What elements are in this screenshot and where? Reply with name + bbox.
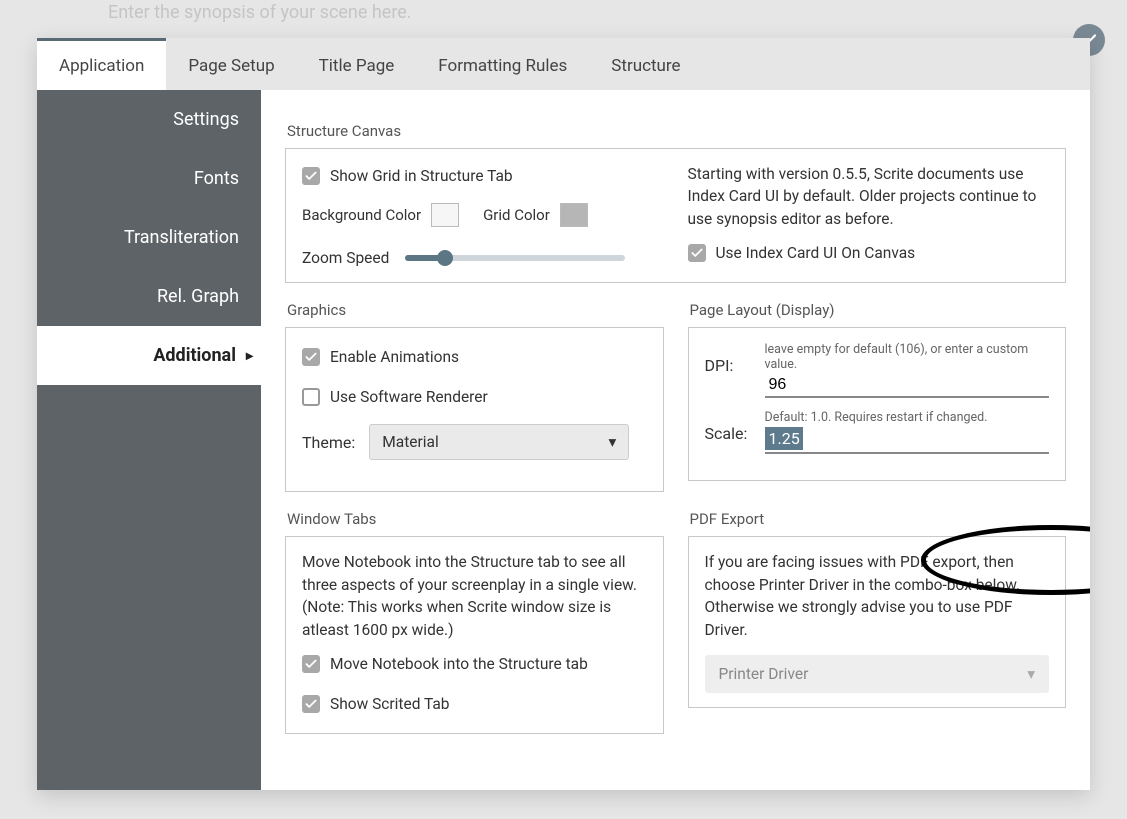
graphics-title: Graphics [287,301,664,319]
pdf-export-panel: If you are facing issues with PDF export… [688,536,1067,708]
bg-color-swatch[interactable] [431,203,459,227]
checkbox-icon [302,695,320,713]
theme-value: Material [382,433,438,451]
show-grid-checkbox[interactable]: Show Grid in Structure Tab [302,167,664,185]
index-card-note: Starting with version 0.5.5, Scrite docu… [688,163,1050,230]
display-title: Page Layout (Display) [690,301,1067,319]
pdf-export-title: PDF Export [690,510,1067,528]
tab-application[interactable]: Application [37,38,166,90]
display-panel: DPI: leave empty for default (106), or e… [688,327,1067,481]
sidebar-item-fonts[interactable]: Fonts [37,149,261,208]
caret-down-icon: ▾ [608,433,616,451]
window-tabs-panel: Move Notebook into the Structure tab to … [285,536,664,734]
bg-color-label: Background Color [302,206,421,224]
checkbox-icon [302,655,320,673]
grid-color-label: Grid Color [483,206,550,224]
checkbox-icon [688,244,706,262]
scale-input[interactable]: 1.25 [765,427,803,450]
pdf-driver-select[interactable]: Printer Driver ▾ [705,655,1050,693]
window-tabs-note: Move Notebook into the Structure tab to … [302,551,647,641]
sidebar-item-rel-graph[interactable]: Rel. Graph [37,267,261,326]
checkbox-label: Show Grid in Structure Tab [330,167,513,185]
tab-page-setup[interactable]: Page Setup [166,38,296,90]
slider-thumb[interactable] [437,250,453,266]
theme-label: Theme: [302,433,355,452]
caret-down-icon: ▾ [1027,665,1035,683]
dpi-hint: leave empty for default (106), or enter … [765,342,1050,372]
checkbox-label: Use Index Card UI On Canvas [716,244,916,262]
content-area: Structure Canvas Show Grid in Structure … [261,90,1090,790]
grid-color-swatch[interactable] [560,203,588,227]
theme-select[interactable]: Material ▾ [369,424,629,460]
tab-title-page[interactable]: Title Page [297,38,417,90]
pdf-driver-value: Printer Driver [719,665,809,683]
structure-canvas-title: Structure Canvas [287,122,1066,140]
checkbox-label: Show Scrited Tab [330,695,450,713]
chevron-right-icon: ▸ [246,348,253,364]
checkbox-label: Enable Animations [330,348,459,366]
zoom-speed-label: Zoom Speed [302,249,389,267]
settings-dialog: Application Page Setup Title Page Format… [37,38,1090,790]
sidebar-item-additional[interactable]: Additional ▸ [37,326,261,385]
top-tab-bar: Application Page Setup Title Page Format… [37,38,1090,90]
sidebar-item-transliteration[interactable]: Transliteration [37,208,261,267]
dpi-label: DPI: [705,342,765,375]
tab-structure[interactable]: Structure [589,38,702,90]
scale-hint: Default: 1.0. Requires restart if change… [765,410,1050,425]
sidebar-item-settings[interactable]: Settings [37,90,261,149]
window-tabs-title: Window Tabs [287,510,664,528]
tab-formatting-rules[interactable]: Formatting Rules [416,38,589,90]
checkbox-icon [302,167,320,185]
scrited-tab-checkbox[interactable]: Show Scrited Tab [302,695,647,713]
scale-label: Scale: [705,410,765,443]
structure-canvas-panel: Show Grid in Structure Tab Background Co… [285,148,1066,283]
checkbox-label: Move Notebook into the Structure tab [330,655,588,673]
background-placeholder: Enter the synopsis of your scene here. [108,2,412,23]
graphics-panel: Enable Animations Use Software Renderer … [285,327,664,492]
sidebar-item-label: Additional [153,345,236,366]
enable-animations-checkbox[interactable]: Enable Animations [302,348,647,366]
dpi-input[interactable] [765,374,1050,398]
software-renderer-checkbox[interactable]: Use Software Renderer [302,388,647,406]
zoom-speed-slider[interactable] [405,255,625,261]
sidebar: Settings Fonts Transliteration Rel. Grap… [37,90,261,790]
checkbox-icon [302,348,320,366]
pdf-note: If you are facing issues with PDF export… [705,551,1050,641]
index-card-checkbox[interactable]: Use Index Card UI On Canvas [688,244,1050,262]
checkbox-icon [302,388,320,406]
checkbox-label: Use Software Renderer [330,388,488,406]
move-notebook-checkbox[interactable]: Move Notebook into the Structure tab [302,655,647,673]
